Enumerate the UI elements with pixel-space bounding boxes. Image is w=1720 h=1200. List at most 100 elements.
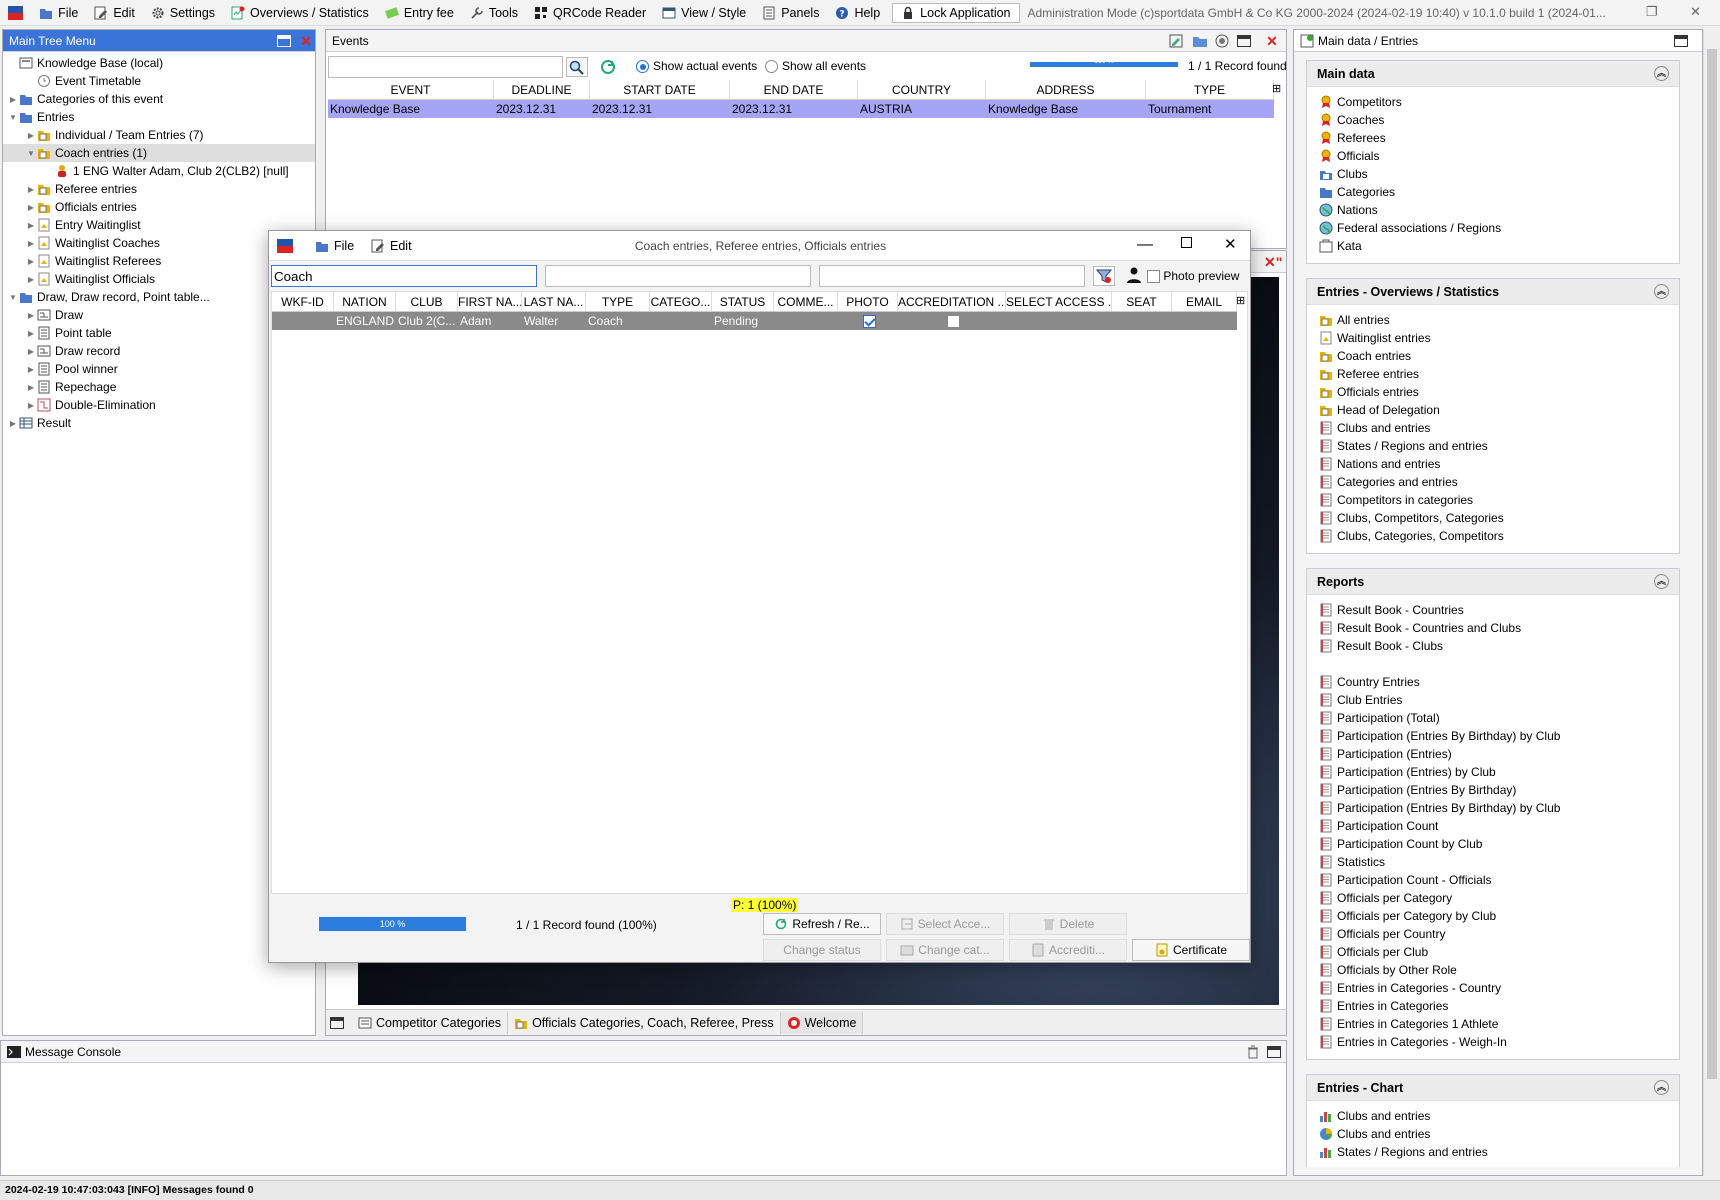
tree-item-categories-of-this-event[interactable]: ▶ Categories of this event	[3, 90, 315, 108]
list-item-states-regions-and-entries[interactable]: States / Regions and entries	[1307, 437, 1679, 455]
menu-tools[interactable]: Tools	[462, 0, 526, 26]
list-item-referees[interactable]: Referees	[1307, 129, 1679, 147]
tab-panel-maximize-icon[interactable]	[330, 1016, 344, 1029]
clear-filter-button[interactable]	[1093, 266, 1115, 286]
collapsed-arrow-icon[interactable]: ▶	[25, 329, 37, 338]
dialog-column-accreditation[interactable]: ACCREDITATION ...	[898, 292, 1006, 311]
search-button[interactable]	[566, 57, 588, 77]
edit-view-icon[interactable]	[1168, 33, 1184, 49]
dialog-column-last-na[interactable]: LAST NA...	[522, 292, 586, 311]
events-column-type[interactable]: TYPE	[1146, 80, 1274, 99]
list-item-all-entries[interactable]: All entries	[1307, 311, 1679, 329]
events-column-address[interactable]: ADDRESS	[986, 80, 1146, 99]
list-item-categories[interactable]: Categories	[1307, 183, 1679, 201]
collapse-icon[interactable]: ︽	[1654, 284, 1669, 299]
show-actual-events-radio[interactable]: Show actual events	[636, 59, 757, 74]
tab-officials-categories-coach-referee-press[interactable]: Officials Categories, Coach, Referee, Pr…	[508, 1011, 781, 1034]
list-item-statistics[interactable]: Statistics	[1307, 853, 1679, 871]
unchecked-checkbox-icon[interactable]	[946, 315, 960, 329]
list-item-participation-count[interactable]: Participation Count	[1307, 817, 1679, 835]
collapsed-arrow-icon[interactable]: ▶	[25, 383, 37, 392]
list-item-officials-per-category-by-club[interactable]: Officials per Category by Club	[1307, 907, 1679, 925]
collapsed-arrow-icon[interactable]: ▶	[25, 365, 37, 374]
record-icon[interactable]	[1214, 33, 1230, 49]
list-item-result-book-countries-and-clubs[interactable]: Result Book - Countries and Clubs	[1307, 619, 1679, 637]
dialog-cell-photo[interactable]	[838, 312, 898, 330]
list-item-clubs-and-entries[interactable]: Clubs and entries	[1307, 419, 1679, 437]
list-item-officials-entries[interactable]: Officials entries	[1307, 383, 1679, 401]
dialog-column-type[interactable]: TYPE	[586, 292, 650, 311]
select-access-button[interactable]: Select Acce...	[886, 913, 1004, 935]
section-header[interactable]: Entries - Chart ︽	[1307, 1075, 1679, 1101]
right-scrollbar[interactable]	[1703, 29, 1720, 1176]
close-icon[interactable]: ✕	[1224, 235, 1237, 253]
menu-file[interactable]: File	[31, 0, 86, 26]
expanded-arrow-icon[interactable]: ▼	[7, 113, 19, 122]
list-item-club-entries[interactable]: Club Entries	[1307, 691, 1679, 709]
tree-item-knowledge-base-local[interactable]: Knowledge Base (local)	[3, 54, 315, 72]
collapsed-arrow-icon[interactable]: ▶	[7, 95, 19, 104]
column-chooser-icon[interactable]: ⊞	[1236, 294, 1245, 307]
close-icon[interactable]: ✕	[298, 33, 314, 49]
menu-settings[interactable]: Settings	[143, 0, 223, 26]
tab-competitor-categories[interactable]: Competitor Categories	[352, 1011, 509, 1034]
list-item-clubs-and-entries[interactable]: Clubs and entries	[1307, 1125, 1679, 1143]
list-item-officials-by-other-role[interactable]: Officials by Other Role	[1307, 961, 1679, 979]
list-item-head-of-delegation[interactable]: Head of Delegation	[1307, 401, 1679, 419]
list-item-clubs-and-entries[interactable]: Clubs and entries	[1307, 1107, 1679, 1125]
menu-entry-fee[interactable]: Entry fee	[377, 0, 462, 26]
list-item-clubs[interactable]: Clubs	[1307, 165, 1679, 183]
list-item-categories-and-entries[interactable]: Categories and entries	[1307, 473, 1679, 491]
list-item-referee-entries[interactable]: Referee entries	[1307, 365, 1679, 383]
collapse-icon[interactable]: ︽	[1654, 574, 1669, 589]
tree-item-1-eng-walter-adam-club-2-clb2-null[interactable]: 1 ENG Walter Adam, Club 2(CLB2) [null]	[3, 162, 315, 180]
collapsed-arrow-icon[interactable]: ▶	[25, 221, 37, 230]
list-item-result-book-countries[interactable]: Result Book - Countries	[1307, 601, 1679, 619]
collapsed-arrow-icon[interactable]: ▶	[25, 203, 37, 212]
list-item-nations-and-entries[interactable]: Nations and entries	[1307, 455, 1679, 473]
list-item-participation-entries[interactable]: Participation (Entries)	[1307, 745, 1679, 763]
collapsed-arrow-icon[interactable]: ▶	[7, 419, 19, 428]
close-icon[interactable]: ✕"	[1264, 254, 1282, 270]
tree-item-referee-entries[interactable]: ▶ Referee entries	[3, 180, 315, 198]
list-item-officials-per-category[interactable]: Officials per Category	[1307, 889, 1679, 907]
list-item-officials-per-country[interactable]: Officials per Country	[1307, 925, 1679, 943]
refresh-icon[interactable]	[598, 57, 618, 77]
collapsed-arrow-icon[interactable]: ▶	[25, 347, 37, 356]
maximize-icon[interactable]	[1674, 35, 1688, 47]
collapsed-arrow-icon[interactable]: ▶	[25, 401, 37, 410]
restore-window-icon[interactable]: ❐	[1646, 4, 1658, 20]
tree-item-individual-team-entries-7[interactable]: ▶ Individual / Team Entries (7)	[3, 126, 315, 144]
certificate-button[interactable]: Certificate	[1132, 939, 1250, 961]
list-item-participation-entries-by-club[interactable]: Participation (Entries) by Club	[1307, 763, 1679, 781]
collapsed-arrow-icon[interactable]: ▶	[25, 185, 37, 194]
list-item-entries-in-categories-1-athlete[interactable]: Entries in Categories 1 Athlete	[1307, 1015, 1679, 1033]
tree-item-entries[interactable]: ▼ Entries	[3, 108, 315, 126]
list-item-entries-in-categories-weigh-in[interactable]: Entries in Categories - Weigh-In	[1307, 1033, 1679, 1051]
list-item-coach-entries[interactable]: Coach entries	[1307, 347, 1679, 365]
minimize-icon[interactable]: —	[1137, 236, 1153, 254]
photo-preview-checkbox[interactable]: Photo preview	[1147, 269, 1239, 284]
refresh-button[interactable]: Refresh / Re...	[763, 913, 881, 935]
list-item-entries-in-categories[interactable]: Entries in Categories	[1307, 997, 1679, 1015]
folder-open-icon[interactable]	[1192, 33, 1208, 49]
events-search-input[interactable]	[328, 56, 563, 78]
events-column-end-date[interactable]: END DATE	[730, 80, 858, 99]
collapsed-arrow-icon[interactable]: ▶	[25, 239, 37, 248]
events-column-country[interactable]: COUNTRY	[858, 80, 986, 99]
dialog-menu-edit[interactable]: Edit	[363, 233, 420, 259]
tab-welcome[interactable]: Welcome	[780, 1011, 864, 1034]
expanded-arrow-icon[interactable]: ▼	[7, 293, 19, 302]
events-column-event[interactable]: EVENT	[328, 80, 494, 99]
dialog-column-select-access[interactable]: SELECT ACCESS ...	[1006, 292, 1112, 311]
change-category-button[interactable]: Change cat...	[886, 939, 1004, 961]
dialog-column-status[interactable]: STATUS	[712, 292, 774, 311]
menu-qrcode-reader[interactable]: QRCode Reader	[526, 0, 654, 26]
maximize-icon[interactable]	[1237, 35, 1251, 47]
maximize-icon[interactable]	[1181, 237, 1192, 248]
list-item-states-regions-and-entries[interactable]: States / Regions and entries	[1307, 1143, 1679, 1161]
events-column-start-date[interactable]: START DATE	[590, 80, 730, 99]
tree-item-coach-entries-1[interactable]: ▼ Coach entries (1)	[3, 144, 315, 162]
list-item-participation-count-officials[interactable]: Participation Count - Officials	[1307, 871, 1679, 889]
lock-application-button[interactable]: Lock Application	[892, 2, 1020, 23]
